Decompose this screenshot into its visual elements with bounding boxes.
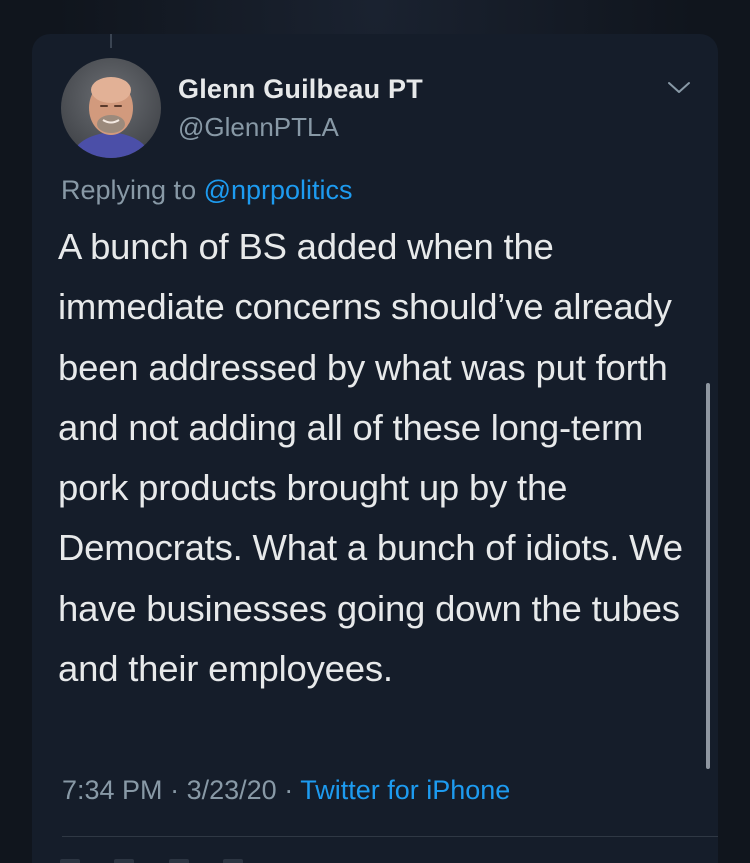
- tweet-time[interactable]: 7:34 PM: [62, 775, 163, 805]
- reply-mention-link[interactable]: @nprpolitics: [204, 175, 353, 205]
- divider: [62, 836, 718, 837]
- tweet-date[interactable]: 3/23/20: [187, 775, 277, 805]
- avatar-image: [61, 58, 161, 158]
- thread-connector-line: [110, 34, 112, 48]
- stat-placeholder: [114, 859, 135, 863]
- avatar[interactable]: [61, 58, 161, 158]
- stat-placeholder: [223, 859, 244, 863]
- replying-to-line: Replying to @nprpolitics: [61, 175, 353, 206]
- replying-prefix: Replying to: [61, 175, 204, 205]
- meta-separator: ·: [284, 775, 294, 805]
- tweet-meta: 7:34 PM · 3/23/20 · Twitter for iPhone: [62, 775, 510, 806]
- scrollbar[interactable]: [706, 383, 710, 769]
- page: Glenn Guilbeau PT @GlennPTLA Replying to…: [0, 0, 750, 863]
- tweet-text: A bunch of BS added when the immediate c…: [58, 226, 683, 690]
- author-handle[interactable]: @GlennPTLA: [178, 112, 339, 143]
- author-name[interactable]: Glenn Guilbeau PT: [178, 74, 423, 105]
- stats-row-cropped: [60, 852, 660, 863]
- meta-separator: ·: [170, 775, 180, 805]
- chevron-down-icon[interactable]: [666, 78, 692, 98]
- tweet-source-link[interactable]: Twitter for iPhone: [300, 775, 510, 805]
- stat-placeholder: [60, 859, 80, 863]
- stat-placeholder: [168, 859, 189, 863]
